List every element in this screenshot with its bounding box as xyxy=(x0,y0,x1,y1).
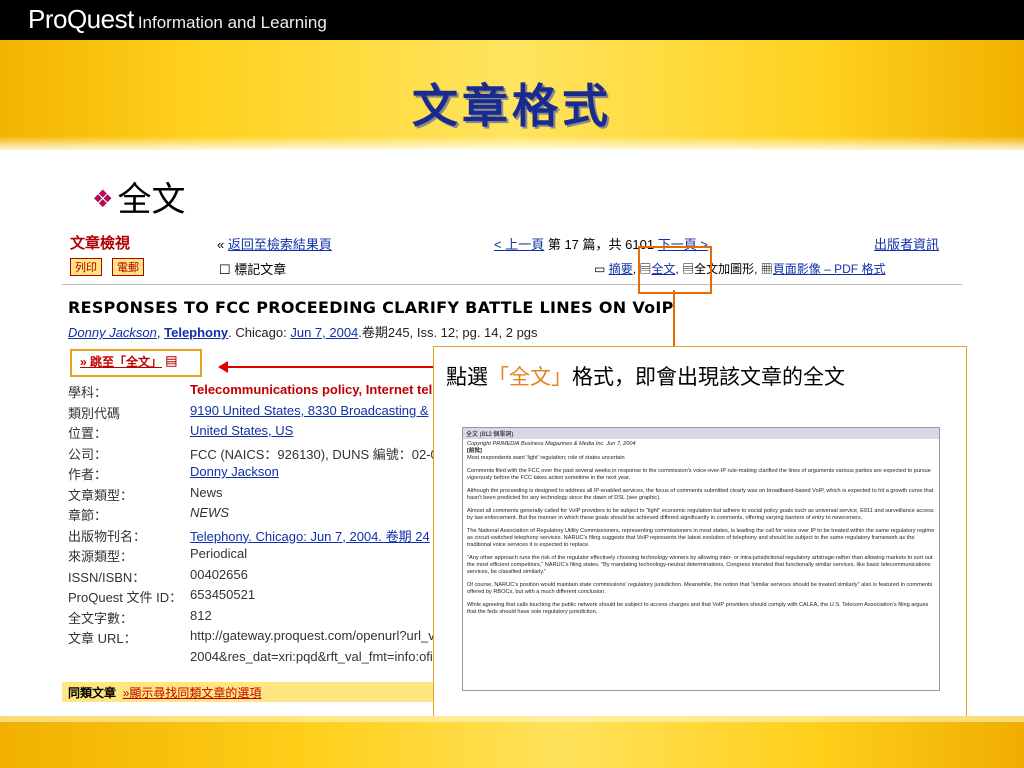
fulltext-paragraph: While agreeing that calls touching the p… xyxy=(467,602,929,615)
field-label: ProQuest 文件 ID： xyxy=(68,590,183,605)
callout-pre: 點選 xyxy=(446,365,488,389)
checkbox-icon[interactable]: ☐ xyxy=(219,262,231,277)
slide-title: 文章格式 xyxy=(412,79,612,133)
field-label: 作者： xyxy=(68,467,108,482)
similar-articles: 同類文章 »顯示尋找同類文章的選項 xyxy=(68,684,261,701)
print-button[interactable]: 列印 xyxy=(70,258,102,276)
jump-to-fulltext[interactable]: » 跳至「全文」 ▤ xyxy=(80,353,177,370)
field-value: Periodical xyxy=(190,546,248,561)
top-bar: ProQuest Information and Learning xyxy=(0,0,1024,40)
callout-panel: 點選「全文」格式，即會出現該文章的全文 全文 (812 個單詞) Copyrig… xyxy=(433,346,967,718)
place: Chicago: xyxy=(235,325,287,340)
field-value: FCC (NAICS：926130), DUNS 編號：02-0 xyxy=(190,446,438,462)
fulltext-paragraph: The National Association of Regulatory U… xyxy=(467,528,935,548)
field-value: 653450521 xyxy=(190,587,256,602)
field-label: ISSN/ISBN： xyxy=(68,569,146,585)
similar-label: 同類文章 xyxy=(68,686,117,700)
field-value: http://gateway.proquest.com/openurl?url_… xyxy=(190,628,435,643)
fulltext-paragraph: "Any other approach runs the risk of the… xyxy=(467,555,933,575)
field-label: 全文字數： xyxy=(68,610,134,626)
fulltext-paragraph: Almost all comments generally called for… xyxy=(467,508,934,521)
publication-link[interactable]: Telephony xyxy=(164,325,228,340)
field-label: 文章類型： xyxy=(68,487,134,503)
fulltext-paragraph: Although the proceeding is designed to a… xyxy=(467,488,934,501)
diamond-bullet-icon: ❖ xyxy=(92,185,114,213)
proquest-logo: ProQuest Information and Learning xyxy=(28,4,327,35)
field-label: 章節： xyxy=(68,508,108,523)
page-image-link[interactable]: 頁面影像 – PDF 格式 xyxy=(773,262,886,276)
article-view-title: 文章檢視 xyxy=(70,234,131,252)
callout-connector xyxy=(673,290,675,346)
article-headline: RESPONSES TO FCC PROCEEDING CLARIFY BATT… xyxy=(68,298,674,317)
back-link[interactable]: 返回至檢索結果頁 xyxy=(228,237,332,252)
issue-info: 卷期245, Iss. 12; pg. 14, 2 pgs xyxy=(361,325,538,340)
arrow-line xyxy=(222,366,436,368)
back-to-results[interactable]: « 返回至檢索結果頁 xyxy=(217,234,332,253)
publisher-link-text[interactable]: 出版者資訊 xyxy=(874,237,939,252)
callout-text: 點選「全文」格式，即會出現該文章的全文 xyxy=(446,361,845,391)
field-label: 來源類型： xyxy=(68,549,134,564)
field-value: Donny Jackson xyxy=(190,464,279,479)
fulltext-highlight-box xyxy=(638,246,712,294)
action-buttons: 列印 電郵 xyxy=(70,258,154,276)
fulltext-preview: 全文 (812 個單詞) Copyright PRIMEDIA Business… xyxy=(462,427,940,691)
document-icon: ▤ xyxy=(165,355,178,369)
fulltext-header: 全文 (812 個單詞) xyxy=(463,428,939,439)
field-label: 公司： xyxy=(68,446,108,462)
publisher-info-link[interactable]: 出版者資訊 xyxy=(874,234,939,253)
fulltext-tag: [前批] xyxy=(467,448,482,454)
field-value: NEWS xyxy=(190,505,229,520)
fulltext-lead: Most respondents want 'light' regulation… xyxy=(467,455,625,461)
fulltext-paragraph: Comments filed with the FCC over the pas… xyxy=(467,468,931,481)
field-value: 9190 United States, 8330 Broadcasting & xyxy=(190,402,429,418)
pdf-icon: ▦ xyxy=(760,262,773,276)
field-label: 類別代碼 xyxy=(68,405,121,421)
abstract-link[interactable]: 摘要 xyxy=(609,262,633,276)
arrow-left-icon xyxy=(218,361,228,373)
footer-banner xyxy=(0,716,1024,768)
abstract-icon: ▭ xyxy=(594,262,606,276)
field-value: United States, US xyxy=(190,423,294,438)
field-value: News xyxy=(190,484,223,500)
brand-tagline: Information and Learning xyxy=(137,13,327,32)
prev-link[interactable]: < 上一頁 xyxy=(494,237,544,252)
similar-link[interactable]: »顯示尋找同類文章的選項 xyxy=(123,686,262,700)
date-link[interactable]: Jun 7, 2004 xyxy=(290,325,358,340)
divider xyxy=(62,284,962,285)
bullet-text: 全文 xyxy=(117,180,186,220)
callout-highlight: 「全文」 xyxy=(488,365,572,389)
field-value: 00402656 xyxy=(190,566,248,582)
callout-post: 格式，即會出現該文章的全文 xyxy=(572,365,845,389)
article-byline: Donny Jackson, Telephony. Chicago: Jun 7… xyxy=(68,325,538,340)
field-label: 文章 URL： xyxy=(68,631,137,646)
jump-link[interactable]: » 跳至「全文」 xyxy=(80,355,162,369)
field-value: 812 xyxy=(190,607,212,623)
author-link[interactable]: Donny Jackson xyxy=(68,325,157,340)
field-value: Telephony. Chicago: Jun 7, 2004. 卷期 24 xyxy=(190,528,430,544)
fulltext-copyright: Copyright PRIMEDIA Business Magazines & … xyxy=(467,441,636,447)
field-value: 2004&res_dat=xri:pqd&rft_val_fmt=info:of… xyxy=(190,648,433,664)
brand-name: ProQuest xyxy=(28,4,134,34)
mark-article-label: 標記文章 xyxy=(234,262,287,277)
slide-bullet: ❖ 全文 xyxy=(92,172,186,221)
field-label: 學科： xyxy=(68,385,108,400)
mark-article[interactable]: ☐ 標記文章 xyxy=(219,259,286,278)
fulltext-paragraph: Of course, NARUC's position would mainta… xyxy=(467,582,933,595)
field-label: 位置： xyxy=(68,426,108,441)
field-label: 出版物刊名： xyxy=(68,528,147,544)
field-value: Telecommunications policy, Internet tel xyxy=(190,382,433,397)
fulltext-paragraphs: Comments filed with the FCC over the pas… xyxy=(463,468,939,616)
email-button[interactable]: 電郵 xyxy=(112,258,144,276)
